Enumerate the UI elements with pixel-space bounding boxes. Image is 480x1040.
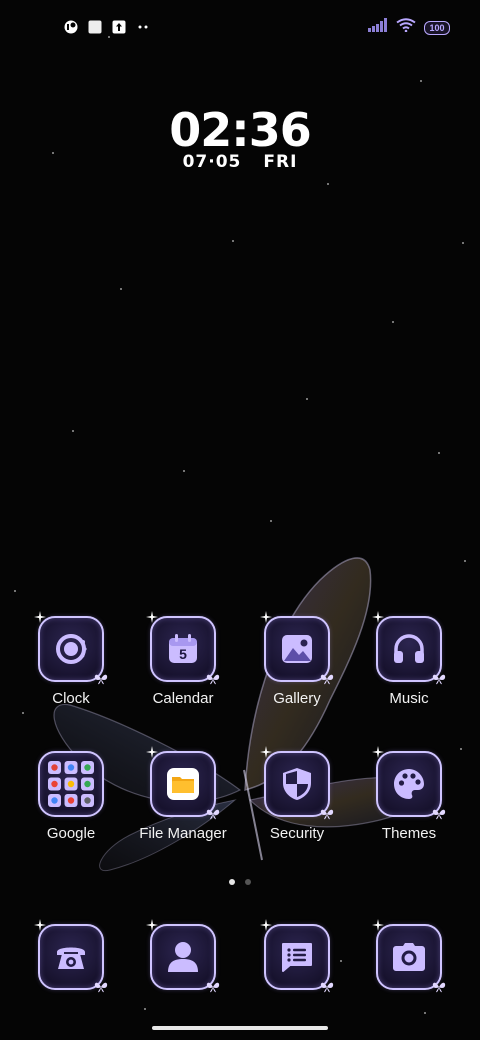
app-icon-frame	[34, 919, 108, 993]
page-dot[interactable]	[245, 879, 251, 885]
camera-icon	[393, 943, 425, 971]
app-calendar[interactable]: 5 Calendar	[128, 611, 238, 707]
status-bar: 100	[0, 14, 480, 42]
butterfly-decor-icon	[432, 809, 446, 820]
page-indicator[interactable]	[0, 879, 480, 885]
app-icon-frame	[146, 746, 220, 820]
message-icon	[282, 943, 312, 972]
app-icon-frame	[146, 919, 220, 993]
app-icon-frame	[34, 611, 108, 685]
app-label: File Manager	[139, 825, 227, 842]
app-icon-frame	[260, 611, 334, 685]
sparkle-icon	[34, 611, 46, 623]
contact-person-icon	[168, 942, 198, 972]
app-label: Google	[46, 825, 96, 842]
app-icon-frame	[372, 746, 446, 820]
app-label: Calendar	[152, 690, 214, 707]
sparkle-icon	[146, 611, 158, 623]
calendar-icon: 5	[167, 633, 199, 665]
wifi-icon	[396, 18, 416, 37]
notification-app-icon	[64, 20, 78, 34]
shield-icon	[283, 768, 311, 800]
dock-phone[interactable]	[16, 919, 126, 993]
gallery-icon	[282, 635, 312, 663]
clock-widget[interactable]: 02:36 07·05 FRI	[0, 104, 480, 172]
folder-icon	[167, 768, 199, 800]
butterfly-decor-icon	[206, 809, 220, 820]
app-label: Themes	[381, 825, 437, 842]
app-label: Security	[269, 825, 325, 842]
app-icon-frame	[260, 919, 334, 993]
butterfly-decor-icon	[94, 982, 108, 993]
system-icons: 100	[368, 18, 450, 37]
app-clock[interactable]: Clock	[16, 611, 126, 707]
sparkle-icon	[260, 746, 272, 758]
folder-grid-icon	[48, 761, 94, 807]
sparkle-icon	[34, 919, 46, 931]
dock-messages[interactable]	[242, 919, 352, 993]
app-label: Music	[389, 690, 429, 707]
sparkle-icon	[146, 746, 158, 758]
headphones-icon	[394, 634, 424, 663]
notification-square-icon	[88, 20, 102, 34]
clock-date: 07·05	[182, 152, 242, 172]
app-label: Gallery	[273, 690, 321, 707]
page-dot-active[interactable]	[229, 879, 235, 885]
upload-icon	[112, 20, 126, 34]
clock-weekday: FRI	[263, 152, 298, 172]
app-icon-frame	[372, 611, 446, 685]
phone-icon	[57, 947, 85, 969]
butterfly-decor-icon	[320, 982, 334, 993]
dock-camera[interactable]	[354, 919, 464, 993]
sparkle-icon	[146, 919, 158, 931]
app-file-manager[interactable]: File Manager	[128, 746, 238, 842]
sparkle-icon	[372, 919, 384, 931]
app-icon-frame: 5	[146, 611, 220, 685]
sparkle-icon	[260, 919, 272, 931]
sparkle-icon	[260, 611, 272, 623]
butterfly-decor-icon	[206, 674, 220, 685]
notification-icons	[64, 20, 150, 34]
clock-date-row: 07·05 FRI	[0, 152, 480, 172]
app-icon-frame	[38, 751, 104, 817]
dock-contacts[interactable]	[128, 919, 238, 993]
app-google-folder[interactable]: Google	[16, 751, 126, 842]
butterfly-decor-icon	[432, 674, 446, 685]
app-icon-frame	[260, 746, 334, 820]
home-gesture-handle[interactable]	[152, 1026, 328, 1030]
signal-icon	[368, 18, 388, 37]
butterfly-decor-icon	[320, 674, 334, 685]
sparkle-icon	[372, 746, 384, 758]
butterfly-decor-icon	[432, 982, 446, 993]
more-notifications-icon	[136, 20, 150, 34]
butterfly-decor-icon	[94, 674, 108, 685]
butterfly-decor-icon	[206, 982, 220, 993]
app-gallery[interactable]: Gallery	[242, 611, 352, 707]
app-security[interactable]: Security	[242, 746, 352, 842]
sparkle-icon	[372, 611, 384, 623]
clock-time: 02:36	[169, 103, 311, 157]
app-label: Clock	[52, 690, 90, 707]
calendar-day: 5	[179, 646, 187, 662]
app-icon-frame	[372, 919, 446, 993]
battery-icon: 100	[424, 20, 450, 35]
butterfly-decor-icon	[320, 809, 334, 820]
clock-icon	[56, 634, 87, 664]
palette-icon	[394, 769, 424, 799]
app-themes[interactable]: Themes	[354, 746, 464, 842]
app-music[interactable]: Music	[354, 611, 464, 707]
